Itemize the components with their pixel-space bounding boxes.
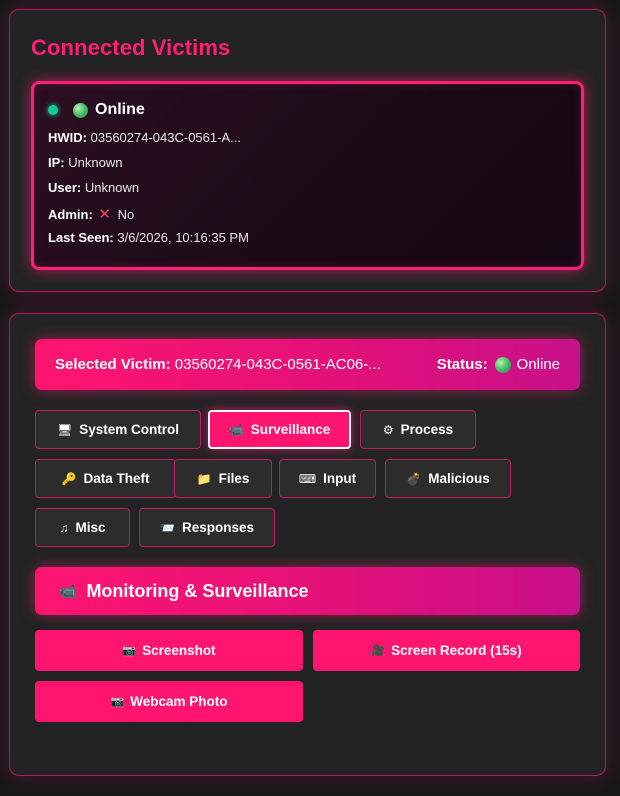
- tab-files[interactable]: 📁 Files: [174, 459, 272, 498]
- user-label: User:: [48, 180, 82, 195]
- video-camera-icon: 📹: [228, 422, 244, 437]
- hwid-value: 03560274-043C-0561-A...: [90, 130, 241, 145]
- section-header: 📹 Monitoring & Surveillance: [35, 567, 580, 615]
- selected-victim-value: 03560274-043C-0561-AC06-...: [174, 356, 381, 373]
- tab-responses[interactable]: 📨 Responses: [139, 508, 275, 547]
- victim-ip-row: IP: Unknown: [48, 155, 122, 170]
- folder-icon: 📁: [196, 471, 212, 486]
- hwid-label: HWID:: [48, 130, 87, 145]
- tab-label: Responses: [181, 520, 254, 535]
- tab-system-control[interactable]: 🖥 System Control: [35, 410, 201, 449]
- status-value: Online: [516, 356, 560, 373]
- envelope-icon: 📨: [160, 520, 175, 535]
- webcam-photo-button[interactable]: 📷 Webcam Photo: [35, 681, 303, 722]
- tab-label: Input: [323, 471, 357, 486]
- victim-card[interactable]: Online HWID: 03560274-043C-0561-A... IP:…: [31, 81, 584, 270]
- victim-status-row: Online: [48, 101, 145, 119]
- movie-camera-icon: 🎥: [371, 645, 386, 657]
- admin-label: Admin:: [48, 207, 93, 222]
- last-seen-label: Last Seen:: [48, 230, 114, 245]
- globe-icon: [494, 356, 511, 373]
- screenshot-button[interactable]: 📷 Screenshot: [35, 630, 303, 671]
- keyboard-icon: ⌨: [298, 471, 317, 486]
- connected-victims-panel: Connected Victims Online HWID: 03560274-…: [9, 9, 606, 292]
- button-label: Screen Record (15s): [391, 643, 522, 658]
- section-title: Monitoring & Surveillance: [86, 580, 309, 601]
- tab-process[interactable]: ⚙ Process: [360, 410, 476, 449]
- tab-label: Surveillance: [250, 422, 331, 437]
- button-label: Webcam Photo: [130, 694, 228, 709]
- victim-last-seen-row: Last Seen: 3/6/2026, 10:16:35 PM: [48, 230, 249, 245]
- tab-malicious[interactable]: 💣 Malicious: [385, 459, 511, 498]
- tab-label: Data Theft: [83, 471, 150, 486]
- victim-status-label: Online: [95, 101, 145, 118]
- tab-label: System Control: [79, 422, 179, 437]
- cross-icon: ✕: [98, 206, 111, 223]
- tab-label: Malicious: [428, 471, 490, 486]
- ip-value: Unknown: [68, 155, 123, 170]
- user-value: Unknown: [84, 180, 140, 195]
- tab-data-theft[interactable]: 🔑 Data Theft: [35, 459, 176, 498]
- panel-title: Connected Victims: [31, 35, 231, 60]
- selected-victim-bar: Selected Victim: 03560274-043C-0561-AC06…: [35, 339, 580, 390]
- screen-record-button[interactable]: 🎥 Screen Record (15s): [313, 630, 580, 671]
- bomb-icon: 💣: [406, 471, 422, 486]
- tab-surveillance[interactable]: 📹 Surveillance: [208, 410, 351, 449]
- control-panel: Selected Victim: 03560274-043C-0561-AC06…: [9, 313, 606, 776]
- tab-input[interactable]: ⌨ Input: [279, 459, 376, 498]
- ip-label: IP:: [48, 155, 65, 170]
- selected-status: Status: Online: [437, 356, 560, 373]
- victim-hwid-row: HWID: 03560274-043C-0561-A...: [48, 130, 241, 145]
- victim-user-row: User: Unknown: [48, 180, 139, 195]
- tab-label: Files: [218, 471, 250, 486]
- camera-icon: 📷: [110, 696, 125, 708]
- selected-victim-info: Selected Victim: 03560274-043C-0561-AC06…: [55, 356, 381, 373]
- desktop-icon: 🖥: [56, 422, 73, 437]
- tab-label: Misc: [75, 520, 106, 535]
- online-indicator-dot: [48, 105, 58, 115]
- gear-icon: ⚙: [382, 422, 394, 437]
- tab-label: Process: [400, 422, 454, 437]
- admin-value: No: [117, 207, 135, 222]
- last-seen-value: 3/6/2026, 10:16:35 PM: [117, 230, 249, 245]
- victim-admin-row: Admin: ✕ No: [48, 205, 134, 223]
- button-label: Screenshot: [142, 643, 216, 658]
- music-note-icon: ♫: [59, 520, 69, 535]
- camera-icon: 📷: [122, 645, 137, 657]
- key-icon: 🔑: [61, 471, 77, 486]
- tab-misc[interactable]: ♫ Misc: [35, 508, 130, 547]
- video-camera-icon: 📹: [59, 582, 77, 599]
- selected-victim-label: Selected Victim:: [55, 356, 171, 373]
- globe-icon: [73, 102, 88, 118]
- status-label: Status:: [436, 356, 488, 373]
